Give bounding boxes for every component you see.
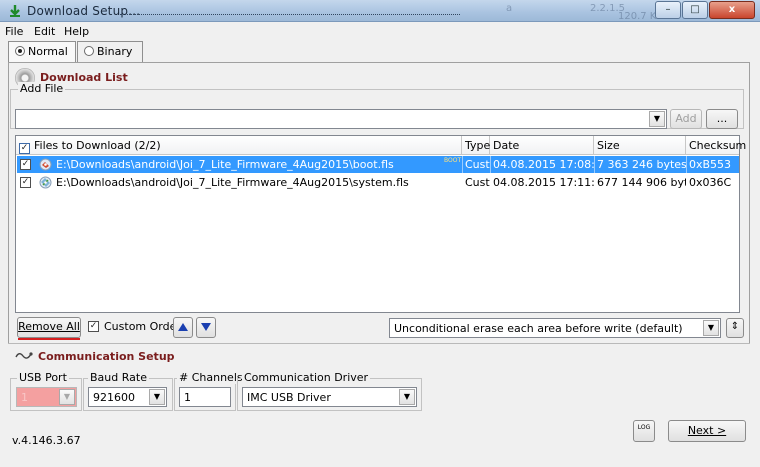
ghost-text-1: a: [506, 3, 513, 14]
next-button[interactable]: Next >: [668, 420, 746, 442]
chevron-down-icon[interactable]: ▼: [399, 389, 415, 405]
usb-port-select[interactable]: 1 ▼: [16, 387, 77, 407]
move-up-button[interactable]: [173, 317, 193, 338]
row-path: E:\Downloads\android\Joi_7_Lite_Firmware…: [56, 176, 409, 189]
chevron-down-icon[interactable]: ▼: [703, 320, 719, 336]
title-bar[interactable]: Download Setup... a 2.2.1.5 120.7 KB – □…: [0, 0, 760, 22]
add-file-path-combo[interactable]: ▼: [15, 109, 667, 129]
communication-icon: [15, 352, 33, 359]
chevron-down-icon[interactable]: ▼: [59, 389, 75, 405]
usb-port-label: USB Port: [17, 371, 69, 384]
browse-button[interactable]: ...: [706, 109, 738, 129]
row-date: 04.08.2015 17:11:06: [493, 176, 594, 189]
move-down-button[interactable]: [196, 317, 216, 338]
col-checksum[interactable]: Checksum: [686, 136, 746, 155]
col-files[interactable]: ✓ Files to Download (2/2): [16, 136, 462, 155]
app-download-icon: [10, 5, 20, 17]
log-button[interactable]: LOG: [633, 420, 655, 442]
channels-input[interactable]: 1: [179, 387, 231, 407]
table-row[interactable]: ✓ E:\Downloads\android\Joi_7_Lite_Firmwa…: [17, 156, 739, 173]
driver-select[interactable]: IMC USB Driver ▼: [242, 387, 417, 407]
up-arrow-icon: [178, 323, 188, 331]
col-size[interactable]: Size: [594, 136, 686, 155]
usb-port-value: 1: [21, 391, 28, 404]
boot-file-icon: [39, 158, 52, 171]
tab-normal-label: Normal: [28, 45, 68, 58]
row-checkbox[interactable]: ✓: [20, 177, 31, 188]
custom-order-label[interactable]: Custom Order: [104, 320, 181, 333]
maximize-button[interactable]: □: [682, 1, 708, 19]
binary-radio[interactable]: [84, 46, 94, 56]
row-checksum: 0xB553: [689, 158, 732, 171]
expand-button[interactable]: ⇕: [726, 318, 744, 338]
channels-label: # Channels: [177, 371, 245, 384]
menu-file[interactable]: File: [5, 25, 23, 38]
table-row[interactable]: ✓ E:\Downloads\android\Joi_7_Lite_Firmwa…: [17, 174, 739, 191]
row-type: Cust: [465, 158, 490, 171]
menu-edit[interactable]: Edit: [34, 25, 55, 38]
driver-value: IMC USB Driver: [247, 391, 331, 404]
select-all-checkbox[interactable]: ✓: [19, 143, 30, 154]
baud-rate-value: 921600: [93, 391, 135, 404]
col-date[interactable]: Date: [490, 136, 594, 155]
version-label: v.4.146.3.67: [12, 434, 81, 447]
expand-chevrons-icon: ⇕: [730, 321, 740, 332]
log-icon: LOG: [637, 424, 651, 431]
driver-label: Communication Driver: [242, 371, 371, 384]
title-dots: [120, 14, 460, 15]
erase-mode-value: Unconditional erase each area before wri…: [394, 322, 683, 335]
row-tag: [444, 174, 462, 191]
window-title: Download Setup...: [27, 4, 141, 18]
erase-mode-select[interactable]: Unconditional erase each area before wri…: [389, 318, 721, 338]
files-table[interactable]: ✓ Files to Download (2/2) Type Date Size …: [15, 135, 746, 313]
row-type: Cust: [465, 176, 490, 189]
table-header: ✓ Files to Download (2/2) Type Date Size …: [16, 136, 746, 155]
tab-binary[interactable]: Binary: [77, 41, 143, 62]
remove-all-highlight: [18, 338, 80, 340]
menu-help[interactable]: Help: [64, 25, 89, 38]
down-arrow-icon: [201, 323, 211, 331]
remove-all-button[interactable]: Remove All: [17, 317, 81, 338]
menu-bar: File Edit Help: [0, 22, 760, 40]
tab-binary-label: Binary: [97, 45, 133, 58]
section-divider: [8, 343, 750, 344]
chevron-down-icon[interactable]: ▼: [149, 389, 165, 405]
baud-rate-label: Baud Rate: [88, 371, 149, 384]
baud-rate-select[interactable]: 921600 ▼: [88, 387, 167, 407]
add-file-label: Add File: [18, 82, 66, 95]
row-size: 7 363 246 bytes: [597, 158, 686, 171]
boot-tag-icon: BOOT: [444, 157, 462, 164]
normal-radio[interactable]: [15, 46, 25, 56]
tab-normal[interactable]: Normal: [8, 41, 76, 64]
col-files-label: Files to Download (2/2): [34, 139, 161, 152]
col-type[interactable]: Type: [462, 136, 490, 155]
row-size: 677 144 906 bytes: [597, 176, 686, 189]
add-button[interactable]: Add: [670, 109, 702, 129]
row-path: E:\Downloads\android\Joi_7_Lite_Firmware…: [56, 158, 394, 171]
close-button[interactable]: x: [709, 1, 755, 19]
row-checkbox[interactable]: ✓: [20, 159, 31, 170]
row-date: 04.08.2015 17:08:36: [493, 158, 594, 171]
communication-setup-title: Communication Setup: [38, 350, 175, 363]
row-checksum: 0x036C: [689, 176, 732, 189]
minimize-button[interactable]: –: [655, 1, 681, 19]
system-file-icon: [39, 176, 52, 189]
chevron-down-icon[interactable]: ▼: [649, 111, 665, 127]
custom-order-checkbox[interactable]: ✓: [88, 321, 99, 332]
